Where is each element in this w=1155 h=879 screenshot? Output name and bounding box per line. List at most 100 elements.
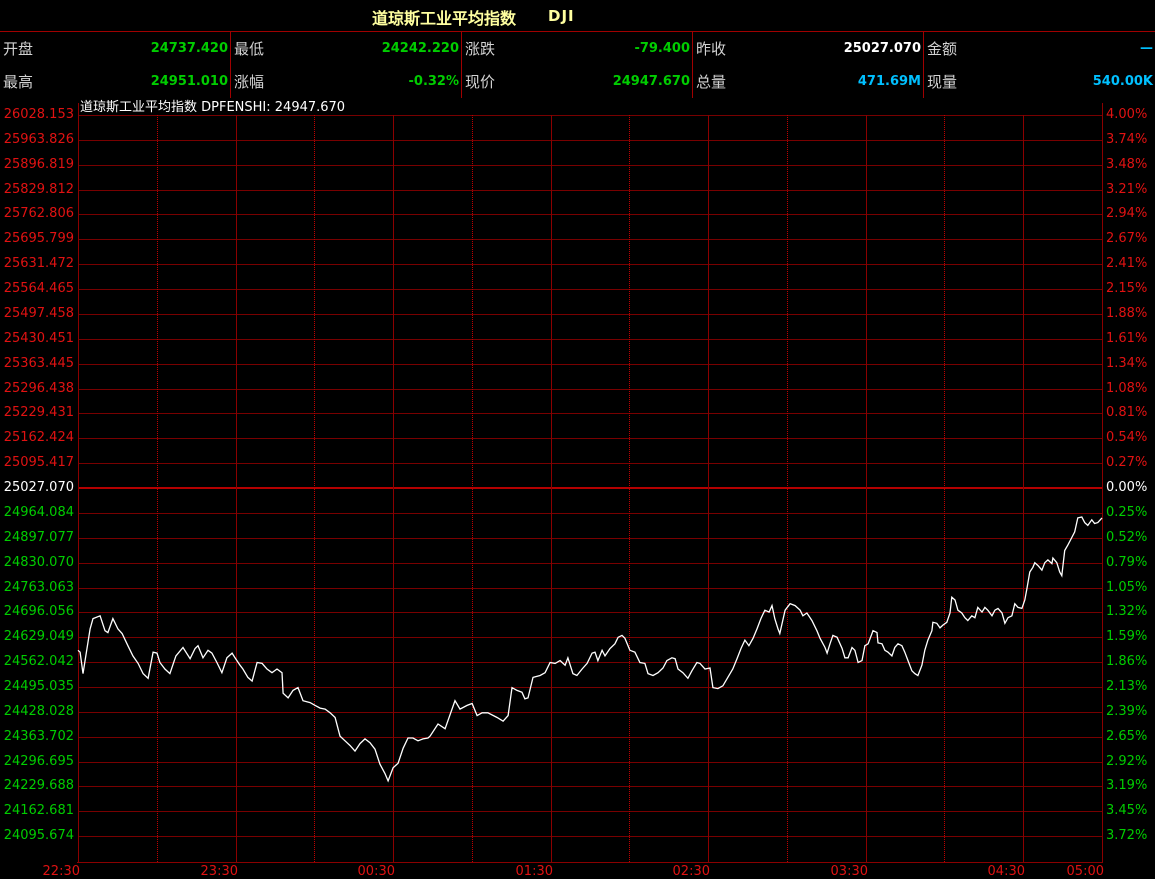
gridline-horizontal — [78, 786, 1102, 787]
field-label: 最高 — [3, 71, 33, 92]
gridline-horizontal — [78, 239, 1102, 240]
gridline-horizontal — [78, 165, 1102, 166]
quote-field: 最高 24951.010 — [0, 65, 230, 98]
left-axis-label: 24763.063 — [0, 580, 74, 596]
left-axis-label: 25829.812 — [0, 182, 74, 198]
left-axis-label: 25296.438 — [0, 381, 74, 397]
plot-border-left — [78, 103, 79, 862]
price-line-svg — [0, 0, 1155, 879]
quote-field: 昨收25027.070 — [693, 32, 923, 65]
gridline-halfhour-dotted — [944, 115, 945, 862]
left-axis-label: 24830.070 — [0, 555, 74, 571]
gridline-horizontal — [78, 637, 1102, 638]
right-axis-label: 0.25% — [1106, 505, 1147, 521]
price-line — [78, 517, 1102, 781]
left-axis-label: 25363.445 — [0, 356, 74, 372]
gridline-hour — [708, 115, 709, 862]
gridline-halfhour-dotted — [157, 115, 158, 862]
left-axis-label: 25497.458 — [0, 306, 74, 322]
gridline-horizontal — [78, 612, 1102, 613]
gridline-halfhour-dotted — [314, 115, 315, 862]
gridline-horizontal — [78, 836, 1102, 837]
right-axis-label: 3.74% — [1106, 132, 1147, 148]
right-axis-label: 1.08% — [1106, 381, 1147, 397]
right-axis-label: 1.61% — [1106, 331, 1147, 347]
left-axis-label: 24696.056 — [0, 604, 74, 620]
quote-header-column: 开盘24737.420最高24951.010 — [0, 32, 231, 98]
right-axis-label: 0.27% — [1106, 455, 1147, 471]
field-label: 现量 — [927, 71, 957, 92]
left-axis-label: 25695.799 — [0, 231, 74, 247]
right-axis-label: 1.05% — [1106, 580, 1147, 596]
gridline-halfhour-dotted — [787, 115, 788, 862]
gridline-horizontal — [78, 588, 1102, 589]
field-value: 24951.010 — [151, 74, 228, 89]
index-symbol: DJI — [548, 7, 575, 25]
gridline-hour — [236, 115, 237, 862]
field-value: 24242.220 — [382, 41, 459, 56]
field-label: 最低 — [234, 38, 264, 59]
right-axis-label: 4.00% — [1106, 107, 1147, 123]
field-value: 471.69M — [858, 74, 921, 89]
left-axis-label: 25430.451 — [0, 331, 74, 347]
field-label: 涨幅 — [234, 71, 264, 92]
right-axis-label: 2.15% — [1106, 281, 1147, 297]
right-axis-label: 3.21% — [1106, 182, 1147, 198]
field-value: 540.00K — [1093, 74, 1153, 89]
left-axis-label: 25963.826 — [0, 132, 74, 148]
quote-field: 涨跌-79.400 — [462, 32, 692, 65]
quote-field: 现价24947.670 — [462, 65, 692, 98]
gridline-halfhour-dotted — [629, 115, 630, 862]
right-axis-label: 1.88% — [1106, 306, 1147, 322]
plot-border-bottom — [77, 862, 1103, 863]
gridline-hour — [1023, 115, 1024, 862]
left-axis-label: 25762.806 — [0, 206, 74, 222]
gridline-hour — [551, 115, 552, 862]
gridline-horizontal — [78, 289, 1102, 290]
field-value: -79.400 — [634, 41, 690, 56]
left-axis-label: 25027.070 — [0, 480, 74, 496]
right-axis-label: 0.52% — [1106, 530, 1147, 546]
right-axis-label: 1.59% — [1106, 629, 1147, 645]
gridline-horizontal — [78, 811, 1102, 812]
quote-header-column: 涨跌-79.400现价24947.670 — [462, 32, 693, 98]
right-axis-label: 1.86% — [1106, 654, 1147, 670]
gridline-hour — [393, 115, 394, 862]
right-axis-label: 0.00% — [1106, 480, 1147, 496]
gridline-hour — [866, 115, 867, 862]
time-label: 01:30 — [487, 864, 553, 879]
right-axis-label: 0.79% — [1106, 555, 1147, 571]
right-axis-label: 3.72% — [1106, 828, 1147, 844]
field-value: -0.32% — [409, 74, 460, 89]
quote-field: 金额— — [924, 32, 1155, 65]
left-axis-label: 24495.035 — [0, 679, 74, 695]
field-label: 金额 — [927, 38, 957, 59]
gridline-horizontal — [78, 115, 1102, 116]
left-axis-label: 25229.431 — [0, 405, 74, 421]
gridline-horizontal — [78, 538, 1102, 539]
left-axis-label: 25564.465 — [0, 281, 74, 297]
left-axis-label: 24964.084 — [0, 505, 74, 521]
time-label: 04:30 — [959, 864, 1025, 879]
field-value: 24737.420 — [151, 41, 228, 56]
gridline-horizontal — [78, 264, 1102, 265]
title-bar: 道琼斯工业平均指数 DJI — [0, 0, 1155, 31]
left-axis-label: 26028.153 — [0, 107, 74, 123]
left-axis-label: 25095.417 — [0, 455, 74, 471]
gridline-horizontal — [78, 314, 1102, 315]
left-axis-label: 24229.688 — [0, 778, 74, 794]
gridline-horizontal — [78, 662, 1102, 663]
quote-field: 总量471.69M — [693, 65, 923, 98]
gridline-horizontal — [78, 463, 1102, 464]
time-label: 23:30 — [172, 864, 238, 879]
right-axis-label: 2.13% — [1106, 679, 1147, 695]
field-value: 25027.070 — [844, 41, 921, 56]
right-axis-label: 3.48% — [1106, 157, 1147, 173]
gridline-horizontal — [78, 737, 1102, 738]
right-axis-label: 1.34% — [1106, 356, 1147, 372]
quote-header-column: 最低 24242.220 涨幅 -0.32% — [231, 32, 462, 98]
left-axis-label: 25631.472 — [0, 256, 74, 272]
time-label: 02:30 — [644, 864, 710, 879]
gridline-horizontal — [78, 214, 1102, 215]
right-axis-label: 2.65% — [1106, 729, 1147, 745]
